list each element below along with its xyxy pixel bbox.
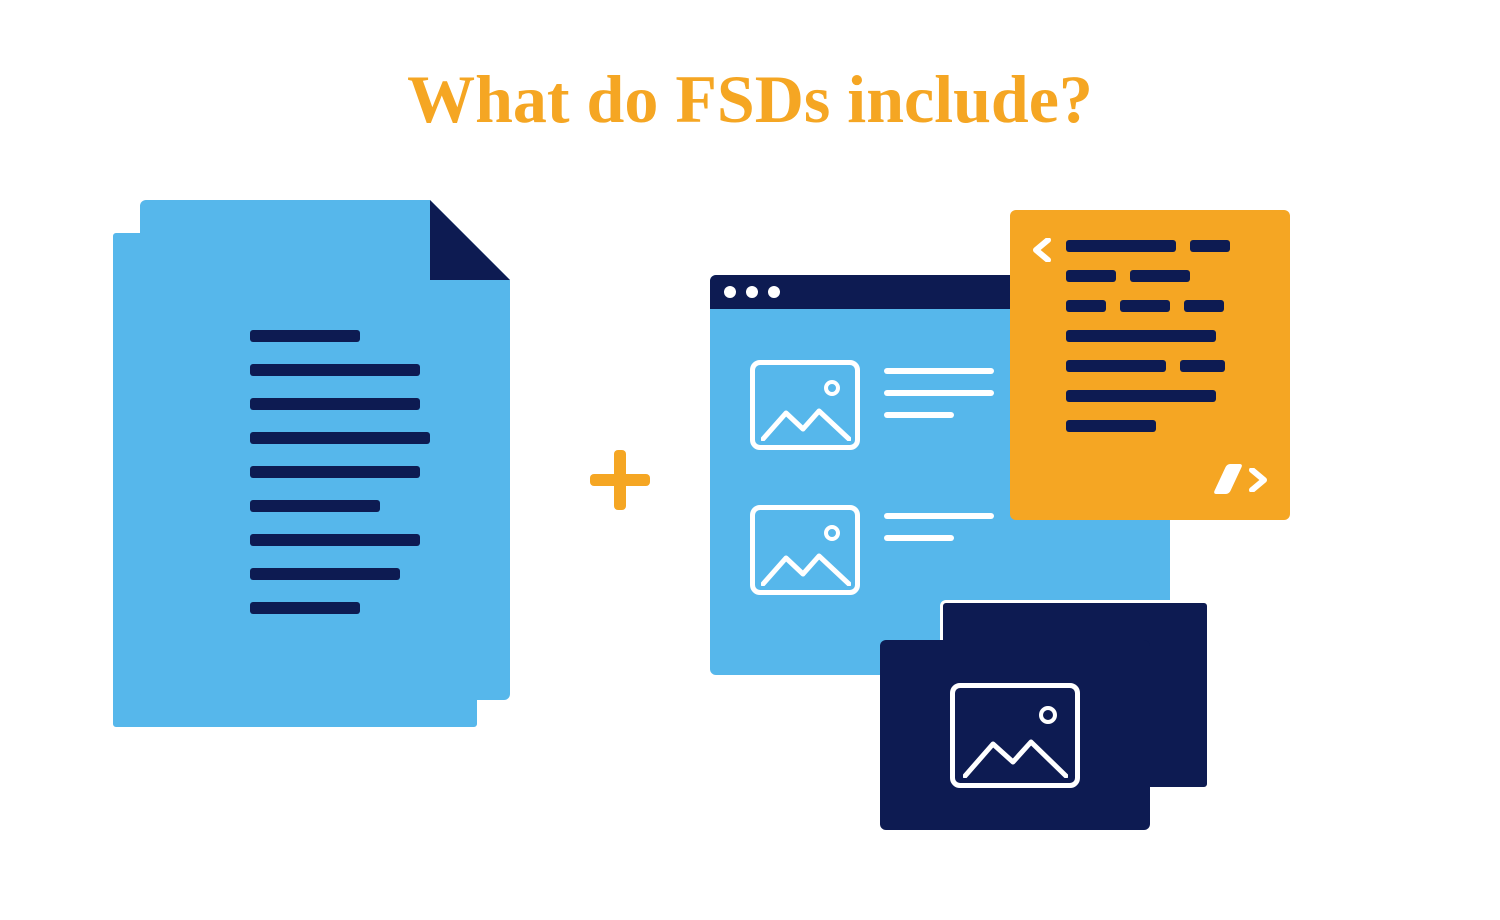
- image-placeholder-icon: [950, 683, 1080, 788]
- text-lines-icon: [884, 505, 994, 541]
- plus-icon: [590, 450, 650, 510]
- angle-bracket-right-icon: [1246, 468, 1270, 492]
- angle-bracket-left-icon: [1030, 238, 1054, 262]
- document-front-icon: [140, 200, 510, 700]
- code-lines-icon: [1066, 240, 1230, 432]
- page-title: What do FSDs include?: [0, 60, 1500, 139]
- image-placeholder-icon: [750, 505, 860, 595]
- image-placeholder-icon: [750, 360, 860, 450]
- text-lines-icon: [884, 360, 994, 418]
- slash-icon: [1213, 464, 1243, 494]
- browser-content-row: [750, 505, 994, 595]
- picture-front-icon: [880, 640, 1150, 830]
- illustration-canvas: [110, 200, 1390, 880]
- code-snippet-icon: [1010, 210, 1290, 520]
- document-lines-icon: [250, 330, 430, 614]
- browser-content-row: [750, 360, 994, 450]
